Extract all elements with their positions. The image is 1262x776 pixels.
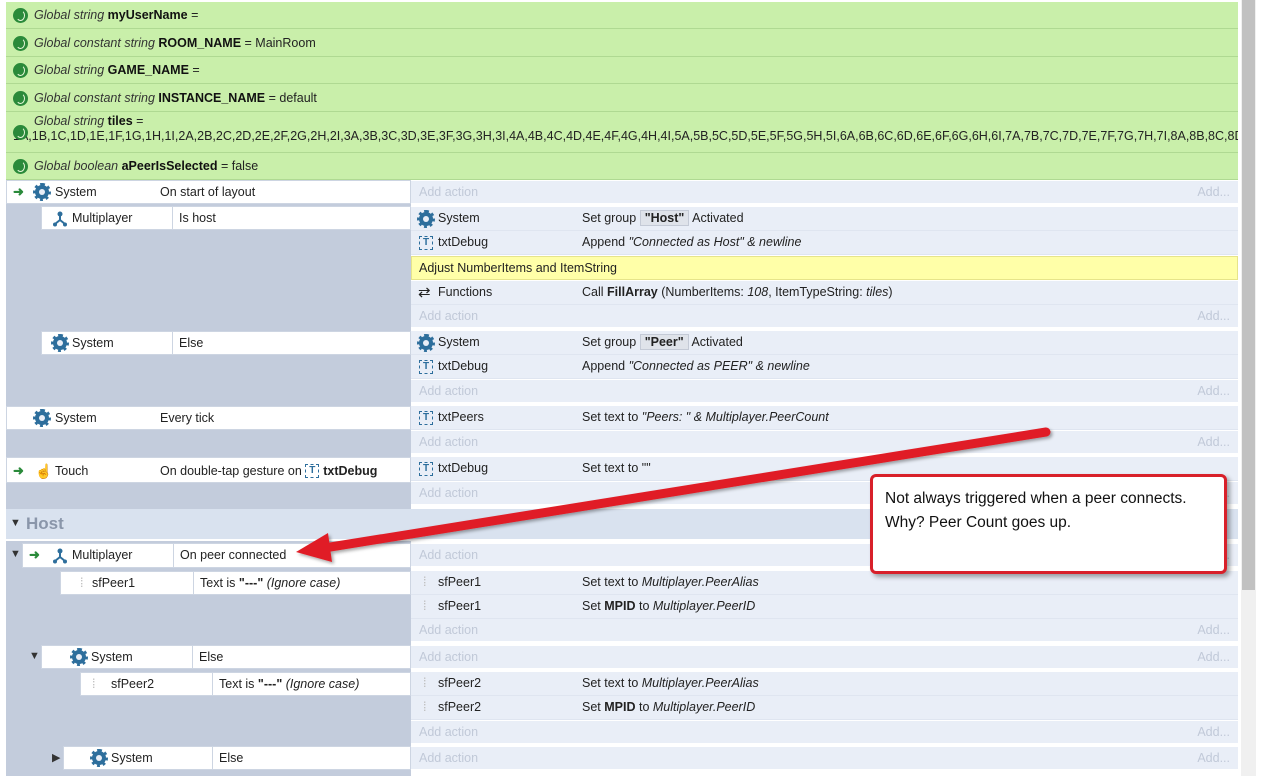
vertical-scrollbar[interactable] xyxy=(1241,0,1256,776)
annotation-arrow xyxy=(296,427,1051,562)
annotation-callout: Not always triggered when a peer connect… xyxy=(870,474,1227,574)
scrollbar-thumb[interactable] xyxy=(1242,0,1255,590)
